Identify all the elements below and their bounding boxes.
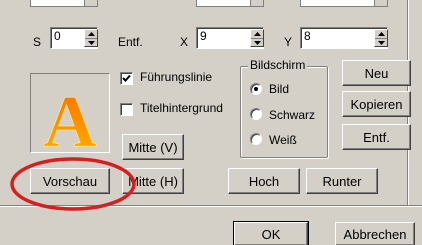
spin-up-icon[interactable] bbox=[375, 30, 387, 38]
radio-bild-label: Bild bbox=[269, 82, 290, 96]
runter-button[interactable]: Runter bbox=[306, 168, 378, 194]
y-label: Y bbox=[284, 35, 293, 49]
bottom-separator-highlight bbox=[0, 206, 422, 207]
top-spin-remnant-1 bbox=[84, 0, 98, 7]
kopieren-button[interactable]: Kopieren bbox=[342, 91, 411, 117]
checkmark-icon bbox=[122, 74, 131, 82]
entf-label: Entf. bbox=[118, 35, 143, 49]
spin-down-icon[interactable] bbox=[85, 38, 97, 46]
titelhintergrund-label: Titelhintergrund bbox=[140, 101, 223, 115]
abbrechen-button[interactable]: Abbrechen bbox=[335, 222, 415, 245]
entf-button[interactable]: Entf. bbox=[342, 124, 411, 150]
spin-up-icon[interactable] bbox=[251, 30, 263, 38]
radio-weiss-label: Weiß bbox=[269, 133, 297, 147]
s-label: S bbox=[33, 35, 42, 49]
svg-text:A: A bbox=[43, 81, 96, 152]
x-label: X bbox=[180, 35, 189, 49]
spin-down-icon[interactable] bbox=[251, 38, 263, 46]
s-spinner[interactable] bbox=[84, 29, 98, 47]
spin-down-icon[interactable] bbox=[375, 38, 387, 46]
ok-button[interactable]: OK bbox=[233, 221, 309, 245]
radio-selected-dot bbox=[254, 87, 258, 91]
hoch-button[interactable]: Hoch bbox=[228, 168, 300, 194]
radio-bild[interactable] bbox=[250, 83, 262, 95]
vorschau-button[interactable]: Vorschau bbox=[30, 168, 110, 194]
top-spin-remnant-2 bbox=[250, 0, 264, 7]
radio-schwarz[interactable] bbox=[250, 108, 262, 120]
neu-button[interactable]: Neu bbox=[342, 60, 411, 86]
radio-schwarz-label: Schwarz bbox=[269, 108, 316, 122]
x-spinner[interactable] bbox=[250, 29, 264, 47]
titelhintergrund-checkbox[interactable] bbox=[120, 103, 133, 116]
fuehrungslinie-label: Führungslinie bbox=[140, 70, 213, 84]
preview-box: A bbox=[30, 73, 110, 153]
mitte-h-button[interactable]: Mitte (H) bbox=[122, 168, 184, 194]
radio-weiss[interactable] bbox=[250, 133, 262, 145]
fuehrungslinie-checkbox[interactable] bbox=[120, 72, 133, 85]
spin-up-icon[interactable] bbox=[85, 30, 97, 38]
top-spin-remnant-3 bbox=[374, 0, 388, 7]
y-spinner[interactable] bbox=[374, 29, 388, 47]
preview-letter: A bbox=[43, 81, 97, 152]
mitte-v-button[interactable]: Mitte (V) bbox=[122, 134, 184, 160]
bildschirm-title: Bildschirm bbox=[248, 58, 308, 72]
